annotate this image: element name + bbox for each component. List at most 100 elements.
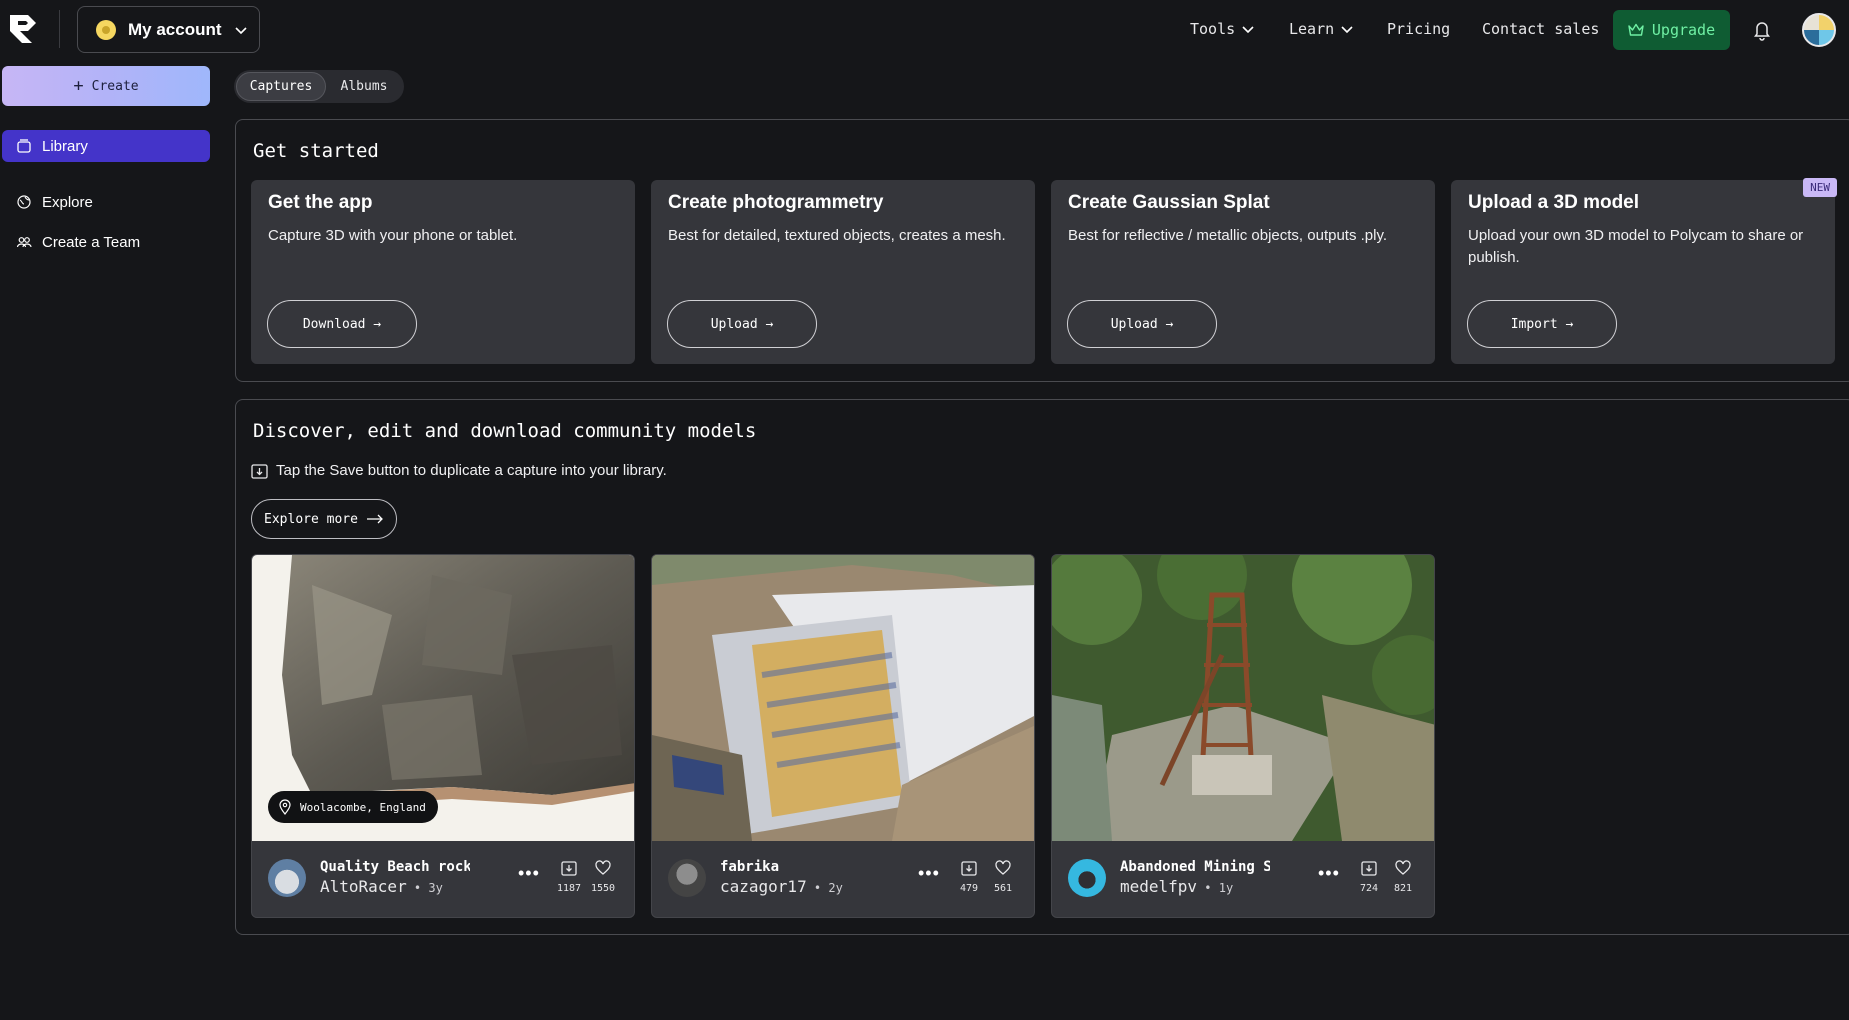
- nav-contact-sales[interactable]: Contact sales: [1482, 20, 1599, 38]
- card-description: Capture 3D with your phone or tablet.: [268, 227, 518, 244]
- author-name[interactable]: cazagor17: [720, 877, 807, 896]
- sidebar-item-label: Create a Team: [42, 233, 141, 251]
- explore-more-label: Explore more: [264, 511, 358, 527]
- nav-tools-label: Tools: [1190, 20, 1236, 38]
- model-author-line: cazagor17 • 2y: [720, 877, 843, 896]
- map-pin-icon: [279, 799, 291, 815]
- top-bar: My account Tools Learn Pricing Contact s…: [0, 0, 1849, 60]
- model-footer: Quality Beach rock AltoRacer • 3y ••• 11…: [252, 841, 634, 917]
- save-icon: [1361, 861, 1377, 876]
- header-divider: [59, 10, 60, 48]
- tab-albums[interactable]: Albums: [326, 72, 402, 101]
- save-icon: [251, 463, 268, 479]
- model-card-abandoned-mining[interactable]: Abandoned Mining S medelfpv • 1y ••• 724…: [1051, 554, 1435, 918]
- download-button[interactable]: Download →: [267, 300, 417, 348]
- credits-coin-icon: [96, 19, 116, 40]
- mine-thumbnail-image: [1052, 555, 1434, 841]
- save-hint-text: Tap the Save button to duplicate a captu…: [276, 462, 667, 479]
- community-title: Discover, edit and download community mo…: [253, 420, 757, 442]
- sidebar-item-library[interactable]: Library: [2, 130, 210, 162]
- like-stat[interactable]: 821: [1388, 859, 1418, 894]
- card-description: Upload your own 3D model to Polycam to s…: [1468, 227, 1804, 266]
- model-card-fabrika[interactable]: fabrika cazagor17 • 2y ••• 479 561: [651, 554, 1035, 918]
- model-age: 1y: [1218, 881, 1234, 895]
- location-text: Woolacombe, England: [300, 800, 426, 814]
- polycam-logo-icon[interactable]: [6, 11, 40, 47]
- sidebar-item-create-team[interactable]: Create a Team: [2, 226, 210, 258]
- like-count: 561: [993, 883, 1013, 894]
- nav-tools[interactable]: Tools: [1190, 20, 1255, 38]
- user-avatar[interactable]: [1802, 13, 1836, 47]
- get-app-card: Get the app Capture 3D with your phone o…: [251, 180, 635, 364]
- sidebar-item-label: Explore: [42, 193, 93, 211]
- upload-3d-model-card: Upload a 3D model Upload your own 3D mod…: [1451, 178, 1837, 364]
- save-count: 479: [959, 883, 979, 894]
- model-age: 2y: [828, 881, 843, 895]
- upload-splat-button[interactable]: Upload →: [1067, 300, 1217, 348]
- author-name[interactable]: AltoRacer: [320, 877, 407, 896]
- card-title: Get the app: [268, 192, 373, 213]
- save-count: 1187: [556, 883, 582, 894]
- library-tabs: Captures Albums: [234, 70, 404, 103]
- account-label: My account: [128, 19, 222, 39]
- like-count: 821: [1393, 883, 1413, 894]
- more-options-icon[interactable]: •••: [1318, 863, 1340, 884]
- save-hint: Tap the Save button to duplicate a captu…: [251, 462, 667, 479]
- create-label: Create: [91, 78, 139, 94]
- save-icon: [961, 861, 977, 876]
- photogrammetry-card: Create photogrammetry Best for detailed,…: [651, 180, 1035, 364]
- card-description: Best for detailed, textured objects, cre…: [668, 227, 1006, 244]
- author-avatar[interactable]: [668, 859, 706, 897]
- import-button[interactable]: Import →: [1467, 300, 1617, 348]
- heart-icon: [595, 860, 611, 875]
- sidebar-item-explore[interactable]: Explore: [2, 186, 210, 218]
- heart-icon: [995, 860, 1011, 875]
- model-thumbnail: Woolacombe, England: [252, 555, 634, 841]
- save-stat[interactable]: 1187: [554, 859, 584, 894]
- more-options-icon[interactable]: •••: [918, 863, 940, 884]
- upgrade-button[interactable]: Upgrade: [1613, 10, 1730, 50]
- warehouse-thumbnail-image: [652, 555, 1034, 841]
- arrow-right-icon: [366, 514, 383, 524]
- author-avatar[interactable]: [268, 859, 306, 897]
- get-started-title: Get started: [253, 140, 379, 162]
- model-footer: Abandoned Mining S medelfpv • 1y ••• 724…: [1052, 841, 1434, 917]
- bell-icon[interactable]: [1752, 19, 1772, 41]
- sidebar-item-label: Library: [42, 137, 88, 155]
- tab-captures[interactable]: Captures: [236, 72, 326, 101]
- model-title: Abandoned Mining S: [1120, 859, 1270, 875]
- nav-learn-label: Learn: [1289, 20, 1335, 38]
- card-title: Upload a 3D model: [1468, 192, 1640, 213]
- account-menu-button[interactable]: My account: [77, 6, 260, 53]
- save-stat[interactable]: 479: [954, 859, 984, 894]
- more-options-icon[interactable]: •••: [518, 863, 540, 884]
- card-title: Create Gaussian Splat: [1068, 192, 1270, 213]
- save-icon: [561, 861, 577, 876]
- explore-more-button[interactable]: Explore more: [251, 499, 397, 539]
- nav-learn[interactable]: Learn: [1289, 20, 1354, 38]
- model-title: fabrika: [720, 859, 780, 875]
- model-thumbnail: [652, 555, 1034, 841]
- upgrade-label: Upgrade: [1651, 21, 1716, 39]
- create-button[interactable]: + Create: [2, 66, 210, 106]
- author-avatar[interactable]: [1068, 859, 1106, 897]
- save-stat[interactable]: 724: [1354, 859, 1384, 894]
- location-badge: Woolacombe, England: [268, 791, 438, 823]
- team-icon: [16, 237, 32, 248]
- upload-photogrammetry-button[interactable]: Upload →: [667, 300, 817, 348]
- crown-icon: [1628, 23, 1644, 36]
- library-icon: [17, 139, 31, 153]
- like-stat[interactable]: 1550: [588, 859, 618, 894]
- model-author-line: AltoRacer • 3y: [320, 877, 443, 896]
- card-description: Best for reflective / metallic objects, …: [1068, 227, 1388, 244]
- model-thumbnail: [1052, 555, 1434, 841]
- save-count: 724: [1359, 883, 1379, 894]
- author-name[interactable]: medelfpv: [1120, 877, 1197, 896]
- heart-icon: [1395, 860, 1411, 875]
- like-stat[interactable]: 561: [988, 859, 1018, 894]
- model-card-beach-rock[interactable]: Woolacombe, England Quality Beach rock A…: [251, 554, 635, 918]
- like-count: 1550: [590, 883, 616, 894]
- nav-pricing[interactable]: Pricing: [1387, 20, 1450, 38]
- chevron-down-icon: [1242, 26, 1254, 34]
- chevron-down-icon: [234, 26, 247, 34]
